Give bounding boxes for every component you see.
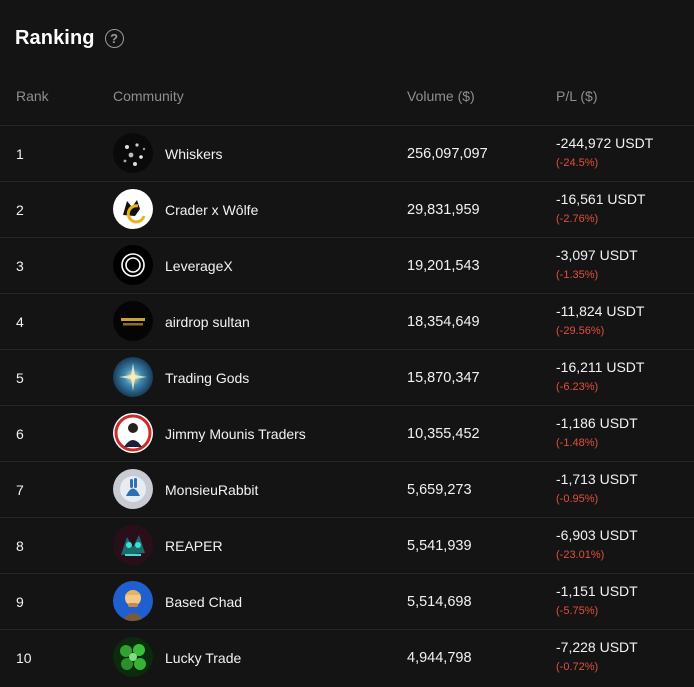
volume-value: 5,659,273 bbox=[407, 482, 472, 498]
pl-value: -6,903 USDT bbox=[556, 527, 638, 543]
pl-percent: (-1.48%) bbox=[556, 437, 599, 449]
column-header-volume[interactable]: Volume ($) bbox=[407, 88, 475, 104]
community-name[interactable]: airdrop sultan bbox=[165, 314, 250, 330]
ranking-table-body: 1 Whiskers 256,097,097 -244,972 USDT (-2… bbox=[0, 125, 694, 685]
avatar[interactable] bbox=[113, 413, 153, 453]
rank-number: 2 bbox=[16, 202, 24, 218]
table-row[interactable]: 4 airdrop sultan 18,354,649 -11,824 USDT… bbox=[0, 293, 694, 349]
community-name[interactable]: Based Chad bbox=[165, 594, 242, 610]
table-header: Rank Community Volume ($) P/L ($) bbox=[0, 88, 694, 106]
pl-value: -3,097 USDT bbox=[556, 247, 638, 263]
title-row: Ranking ? bbox=[15, 24, 124, 52]
community-name[interactable]: Trading Gods bbox=[165, 370, 249, 386]
rank-number: 10 bbox=[16, 650, 32, 666]
pl-percent: (-0.95%) bbox=[556, 493, 599, 505]
volume-value: 4,944,798 bbox=[407, 650, 472, 666]
table-row[interactable]: 2 Crader x Wôlfe 29,831,959 -16,561 USDT… bbox=[0, 181, 694, 237]
avatar[interactable] bbox=[113, 301, 153, 341]
community-name[interactable]: Lucky Trade bbox=[165, 650, 241, 666]
column-header-rank[interactable]: Rank bbox=[16, 88, 49, 104]
pl-value: -1,186 USDT bbox=[556, 415, 638, 431]
avatar[interactable] bbox=[113, 581, 153, 621]
ranking-panel: Ranking ? Rank Community Volume ($) P/L … bbox=[0, 0, 694, 687]
table-row[interactable]: 10 Lucky Trade 4,944,798 -7,228 USDT (-0… bbox=[0, 629, 694, 685]
volume-value: 256,097,097 bbox=[407, 146, 488, 162]
volume-value: 15,870,347 bbox=[407, 370, 480, 386]
pl-value: -7,228 USDT bbox=[556, 639, 638, 655]
volume-value: 19,201,543 bbox=[407, 258, 480, 274]
pl-percent: (-2.76%) bbox=[556, 213, 599, 225]
volume-value: 5,541,939 bbox=[407, 538, 472, 554]
table-row[interactable]: 7 MonsieuRabbit 5,659,273 -1,713 USDT (-… bbox=[0, 461, 694, 517]
column-header-community[interactable]: Community bbox=[113, 88, 184, 104]
avatar[interactable] bbox=[113, 133, 153, 173]
community-name[interactable]: Jimmy Mounis Traders bbox=[165, 426, 306, 442]
rank-number: 5 bbox=[16, 370, 24, 386]
page-title: Ranking bbox=[15, 26, 95, 49]
avatar[interactable] bbox=[113, 189, 153, 229]
community-name[interactable]: Crader x Wôlfe bbox=[165, 202, 258, 218]
table-row[interactable]: 3 LeverageX 19,201,543 -3,097 USDT (-1.3… bbox=[0, 237, 694, 293]
avatar[interactable] bbox=[113, 637, 153, 677]
pl-percent: (-24.5%) bbox=[556, 157, 599, 169]
column-header-pl[interactable]: P/L ($) bbox=[556, 88, 598, 104]
rank-number: 8 bbox=[16, 538, 24, 554]
pl-percent: (-1.35%) bbox=[556, 269, 599, 281]
avatar[interactable] bbox=[113, 245, 153, 285]
pl-percent: (-23.01%) bbox=[556, 549, 605, 561]
pl-percent: (-0.72%) bbox=[556, 661, 599, 673]
rank-number: 9 bbox=[16, 594, 24, 610]
table-row[interactable]: 1 Whiskers 256,097,097 -244,972 USDT (-2… bbox=[0, 125, 694, 181]
avatar[interactable] bbox=[113, 525, 153, 565]
community-name[interactable]: REAPER bbox=[165, 538, 223, 554]
rank-number: 4 bbox=[16, 314, 24, 330]
rank-number: 1 bbox=[16, 146, 24, 162]
volume-value: 29,831,959 bbox=[407, 202, 480, 218]
community-name[interactable]: LeverageX bbox=[165, 258, 233, 274]
community-name[interactable]: MonsieuRabbit bbox=[165, 482, 258, 498]
question-circle-icon[interactable]: ? bbox=[104, 28, 124, 48]
avatar[interactable] bbox=[113, 469, 153, 509]
pl-value: -16,561 USDT bbox=[556, 191, 646, 207]
volume-value: 5,514,698 bbox=[407, 594, 472, 610]
pl-value: -244,972 USDT bbox=[556, 135, 654, 151]
rank-number: 3 bbox=[16, 258, 24, 274]
volume-value: 18,354,649 bbox=[407, 314, 480, 330]
pl-value: -1,151 USDT bbox=[556, 583, 638, 599]
volume-value: 10,355,452 bbox=[407, 426, 480, 442]
pl-value: -1,713 USDT bbox=[556, 471, 638, 487]
table-row[interactable]: 6 Jimmy Mounis Traders 10,355,452 -1,186… bbox=[0, 405, 694, 461]
pl-percent: (-5.75%) bbox=[556, 605, 599, 617]
table-row[interactable]: 8 REAPER 5,541,939 -6,903 USDT (-23.01%) bbox=[0, 517, 694, 573]
avatar[interactable] bbox=[113, 357, 153, 397]
rank-number: 7 bbox=[16, 482, 24, 498]
pl-value: -16,211 USDT bbox=[556, 359, 645, 375]
pl-value: -11,824 USDT bbox=[556, 303, 645, 319]
pl-percent: (-6.23%) bbox=[556, 381, 599, 393]
pl-percent: (-29.56%) bbox=[556, 325, 605, 337]
rank-number: 6 bbox=[16, 426, 24, 442]
table-row[interactable]: 5 Trading Gods 15,870,347 -16,211 USDT (… bbox=[0, 349, 694, 405]
community-name[interactable]: Whiskers bbox=[165, 146, 223, 162]
table-row[interactable]: 9 Based Chad 5,514,698 -1,151 USDT (-5.7… bbox=[0, 573, 694, 629]
